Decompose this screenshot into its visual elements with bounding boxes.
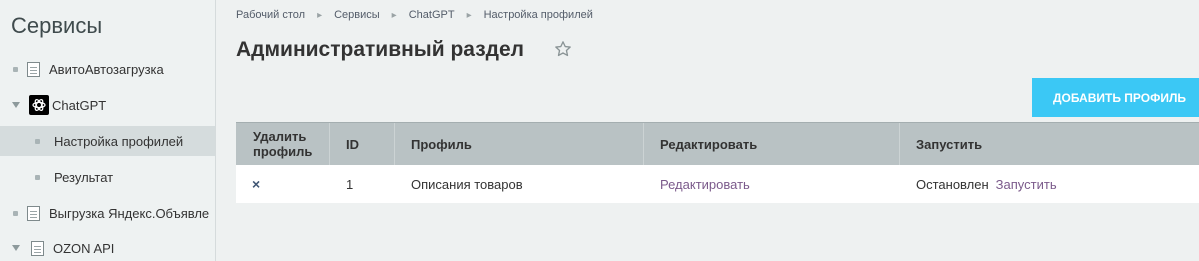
bullet-icon — [13, 210, 18, 216]
id-cell: 1 — [346, 176, 354, 192]
add-profile-button[interactable]: ДОБАВИТЬ ПРОФИЛЬ — [1032, 78, 1199, 117]
chevron-right-icon: ▸ — [317, 9, 323, 21]
column-header-delete[interactable]: Удалить профиль — [236, 123, 330, 165]
sidebar-item-result[interactable]: Результат — [0, 162, 215, 192]
document-icon — [27, 61, 40, 77]
run-cell: Остановлен Запустить — [900, 165, 1199, 203]
table-header: Удалить профиль ID Профиль Редактировать… — [236, 122, 1199, 165]
run-link[interactable]: Запустить — [996, 177, 1057, 192]
bullet-icon — [35, 138, 40, 144]
sidebar-item-ozon-api[interactable]: OZON API — [0, 233, 215, 261]
breadcrumb-item[interactable]: Сервисы — [334, 9, 380, 21]
sidebar-item-label: Настройка профилей — [54, 133, 184, 149]
edit-link[interactable]: Редактировать — [660, 177, 750, 192]
sidebar-item-label: Выгрузка Яндекс.Объявле — [49, 205, 210, 221]
chevron-down-icon[interactable] — [12, 245, 20, 251]
document-icon — [31, 240, 44, 256]
breadcrumb-item[interactable]: ChatGPT — [409, 9, 455, 21]
bullet-icon — [13, 66, 18, 72]
column-header-run[interactable]: Запустить — [900, 123, 1199, 165]
page-title: Административный раздел — [236, 38, 525, 61]
sidebar: Сервисы АвитоАвтозагрузка ChatGPT Настро… — [0, 0, 216, 261]
bullet-icon — [35, 174, 40, 180]
breadcrumb-item[interactable]: Рабочий стол — [236, 9, 305, 21]
sidebar-item-avito[interactable]: АвитоАвтозагрузка — [0, 54, 215, 84]
chevron-right-icon: ▸ — [391, 9, 397, 21]
edit-cell: Редактировать — [644, 165, 900, 203]
sidebar-title: Сервисы — [11, 13, 103, 38]
profile-cell: Описания товаров — [411, 176, 523, 192]
sidebar-item-label: OZON API — [53, 240, 115, 256]
column-header-profile[interactable]: Профиль — [395, 123, 644, 165]
status-text: Остановлен — [916, 176, 989, 192]
breadcrumb: Рабочий стол ▸ Сервисы ▸ ChatGPT ▸ Настр… — [236, 9, 593, 21]
document-icon — [27, 205, 40, 221]
chevron-down-icon[interactable] — [12, 102, 20, 108]
sidebar-item-chatgpt[interactable]: ChatGPT — [0, 90, 215, 120]
delete-icon[interactable]: × — [248, 176, 260, 192]
sidebar-item-label: Результат — [54, 169, 114, 185]
sidebar-item-yandex-export[interactable]: Выгрузка Яндекс.Объявле — [0, 198, 215, 228]
profiles-table: Удалить профиль ID Профиль Редактировать… — [236, 122, 1199, 203]
sidebar-item-profile-settings[interactable]: Настройка профилей — [0, 126, 215, 156]
breadcrumb-item[interactable]: Настройка профилей — [484, 9, 593, 21]
sidebar-item-label: ChatGPT — [52, 97, 107, 113]
delete-cell: × — [236, 165, 330, 203]
column-header-edit[interactable]: Редактировать — [644, 123, 900, 165]
chevron-right-icon: ▸ — [466, 9, 472, 21]
sidebar-item-label: АвитоАвтозагрузка — [49, 61, 164, 77]
column-header-id[interactable]: ID — [330, 123, 395, 165]
table-row: × 1 Описания товаров Редактировать Остан… — [236, 165, 1199, 203]
chatgpt-logo-icon — [29, 95, 49, 115]
star-icon[interactable] — [554, 40, 572, 63]
